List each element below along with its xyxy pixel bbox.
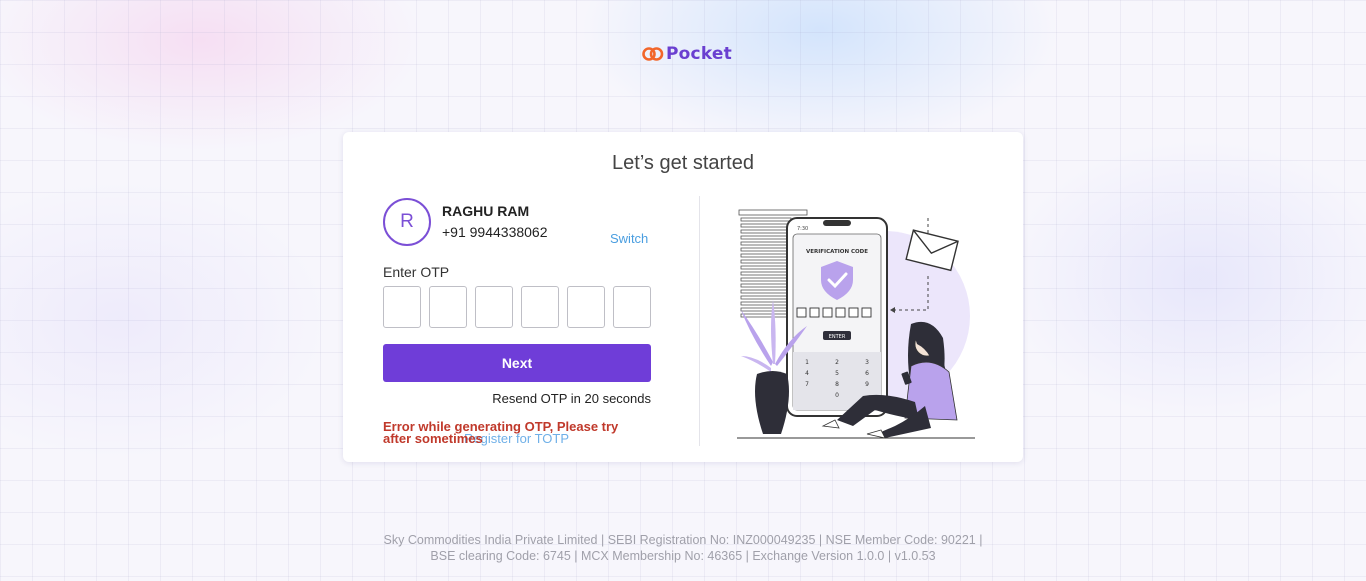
- phone-status-time: 7:30: [797, 226, 808, 232]
- resend-otp-timer: Resend OTP in 20 seconds: [492, 391, 651, 406]
- svg-text:1: 1: [805, 359, 809, 366]
- otp-label: Enter OTP: [383, 264, 450, 280]
- verification-code-label: VERIFICATION CODE: [806, 249, 868, 255]
- otp-digit-6[interactable]: [613, 286, 651, 328]
- svg-text:4: 4: [805, 370, 809, 377]
- svg-text:6: 6: [865, 370, 869, 377]
- login-card: Let’s get started R RAGHU RAM +91 994433…: [343, 132, 1023, 462]
- logo-mark-icon: [642, 47, 664, 61]
- switch-account-link[interactable]: Switch: [610, 231, 648, 246]
- svg-text:ENTER: ENTER: [829, 334, 846, 340]
- footer-line-2: BSE clearing Code: 6745 | MCX Membership…: [430, 549, 936, 563]
- brand-name: Pocket: [666, 44, 732, 64]
- footer-line-1: Sky Commodities India Private Limited | …: [383, 533, 983, 547]
- next-button[interactable]: Next: [383, 344, 651, 382]
- vertical-divider: [699, 196, 700, 446]
- otp-digit-1[interactable]: [383, 286, 421, 328]
- user-name: RAGHU RAM: [442, 203, 530, 219]
- otp-digit-5[interactable]: [567, 286, 605, 328]
- svg-text:7: 7: [805, 381, 809, 388]
- avatar-initial: R: [400, 211, 414, 232]
- svg-text:5: 5: [835, 370, 839, 377]
- user-phone: +91 9944338062: [442, 224, 548, 240]
- svg-text:0: 0: [835, 392, 839, 399]
- otp-illustration: 7:30 VERIFICATION CODE ENTER 1 2 3 4 5 6…: [737, 209, 975, 439]
- card-title: Let’s get started: [612, 152, 754, 174]
- brand-logo: Pocket: [642, 44, 732, 64]
- otp-digit-2[interactable]: [429, 286, 467, 328]
- svg-text:3: 3: [865, 359, 869, 366]
- error-message: Error while generating OTP, Please try a…: [383, 419, 619, 446]
- user-avatar: R: [383, 198, 431, 246]
- svg-text:2: 2: [835, 359, 839, 366]
- otp-digit-3[interactable]: [475, 286, 513, 328]
- footer-disclaimer: Sky Commodities India Private Limited | …: [0, 532, 1366, 564]
- svg-text:9: 9: [865, 381, 869, 388]
- otp-digit-4[interactable]: [521, 286, 559, 328]
- svg-text:8: 8: [835, 381, 839, 388]
- otp-input-group: [383, 286, 651, 328]
